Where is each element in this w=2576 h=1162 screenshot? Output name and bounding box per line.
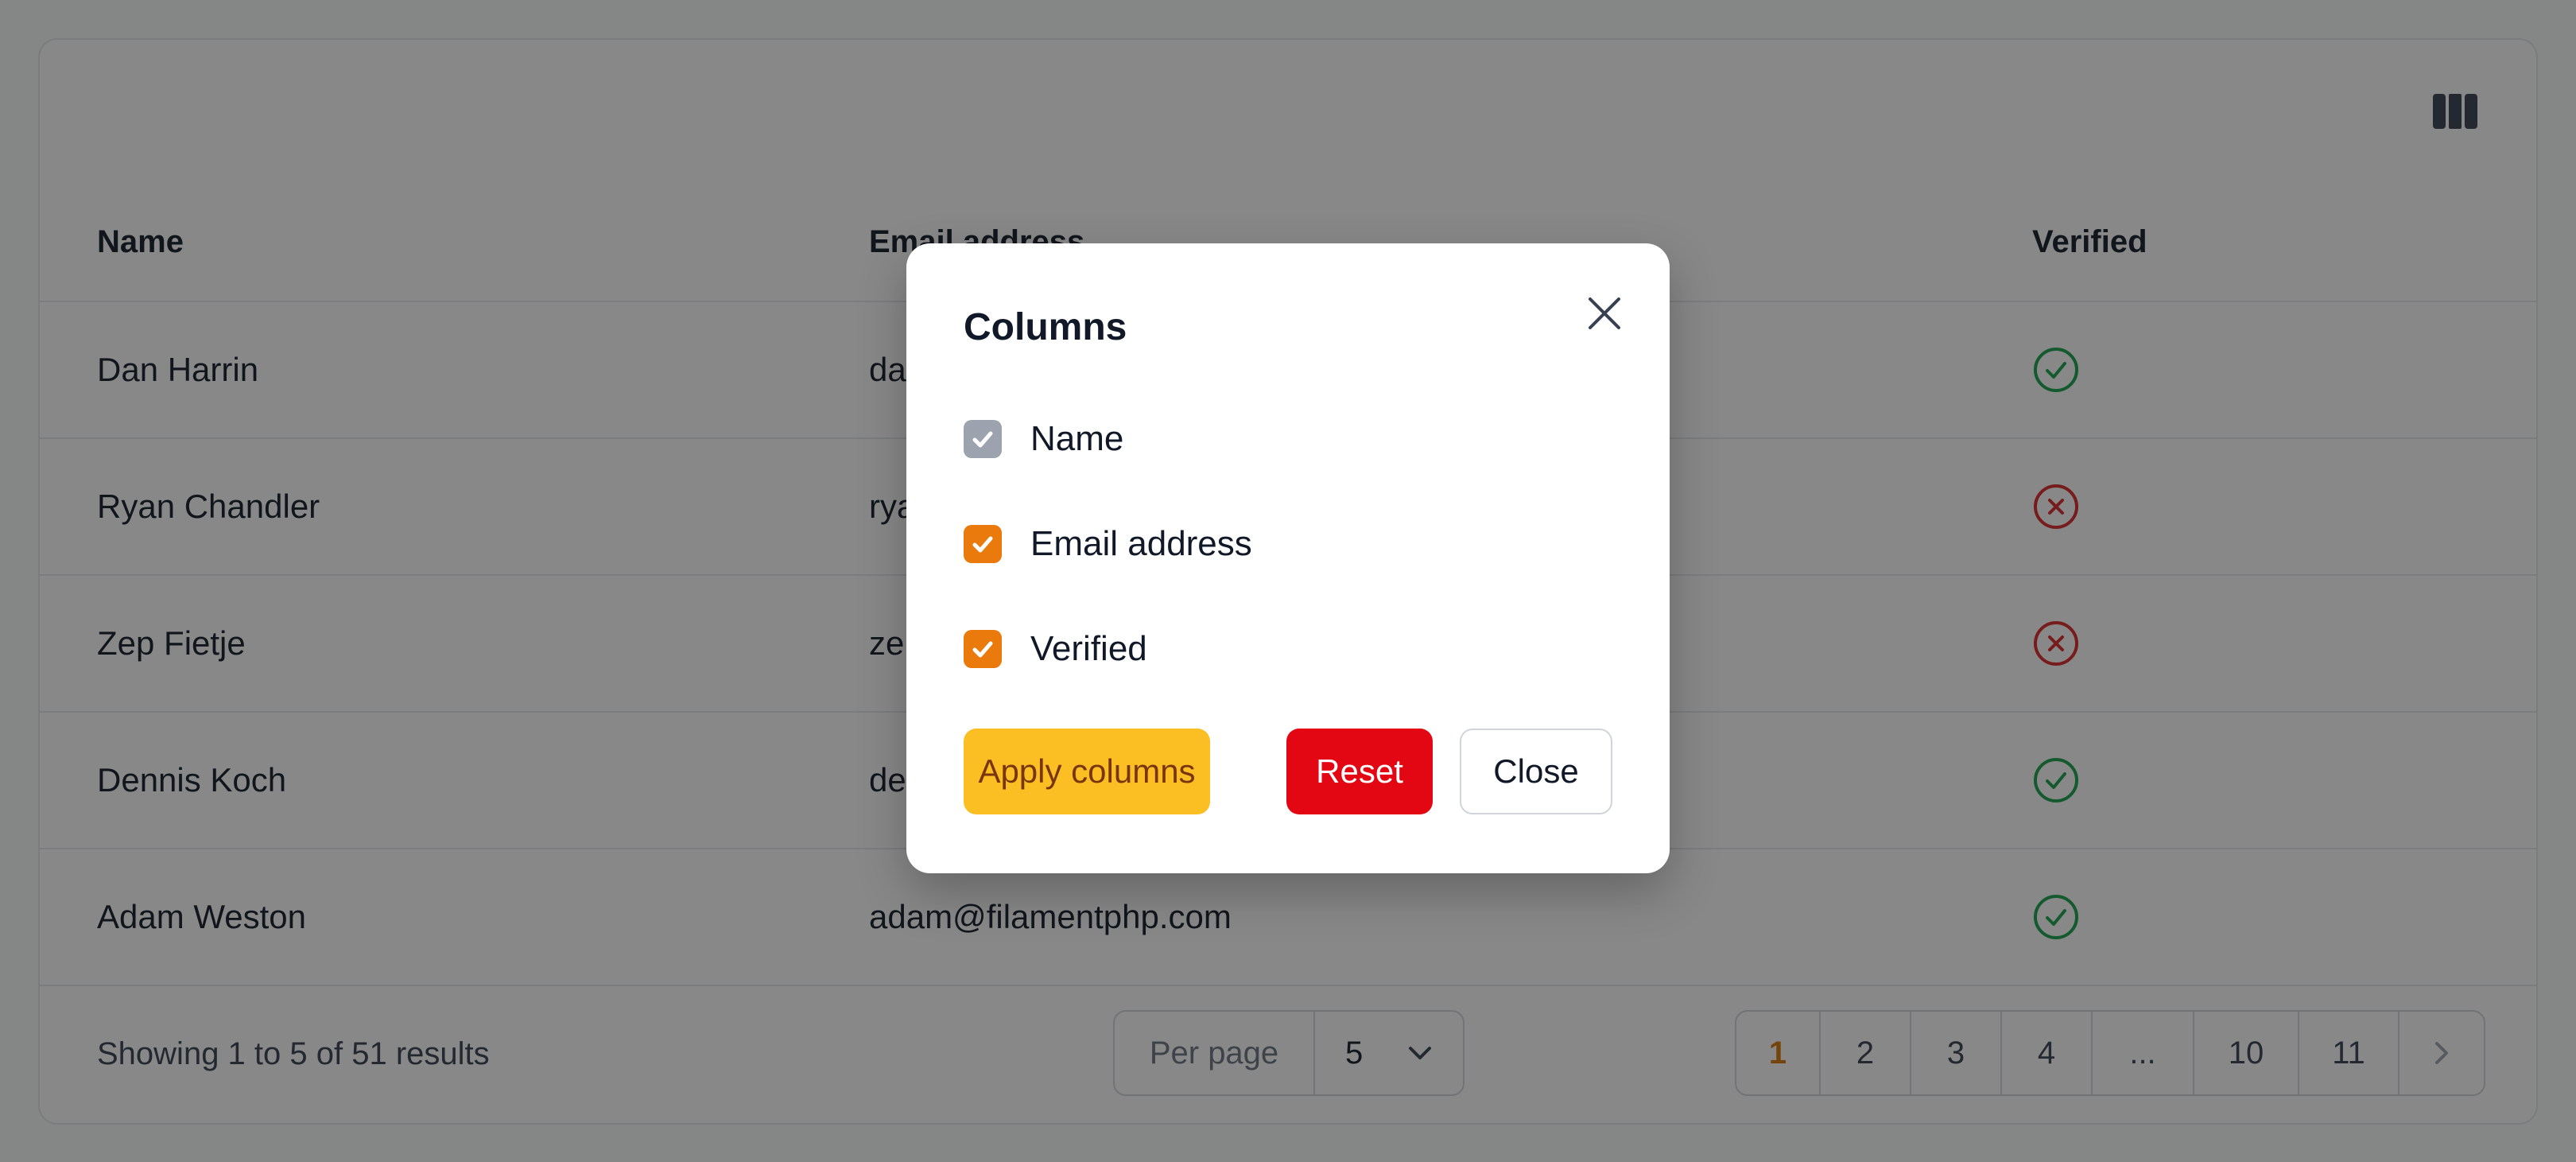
column-option-label: Email address <box>1030 524 1252 563</box>
checkbox-name[interactable] <box>964 420 1002 458</box>
reset-button[interactable]: Reset <box>1286 729 1433 814</box>
column-option-verified[interactable]: Verified <box>964 628 1147 670</box>
checkbox-verified[interactable] <box>964 630 1002 668</box>
check-icon <box>972 536 993 553</box>
check-icon <box>972 641 993 658</box>
checkbox-email[interactable] <box>964 525 1002 563</box>
modal-title: Columns <box>964 306 1127 348</box>
apply-columns-button[interactable]: Apply columns <box>964 729 1210 814</box>
column-option-email[interactable]: Email address <box>964 523 1252 565</box>
column-option-name[interactable]: Name <box>964 418 1123 460</box>
columns-modal: Columns Name Email address Verified Appl… <box>906 243 1670 873</box>
column-option-label: Name <box>1030 419 1124 458</box>
column-option-label: Verified <box>1030 629 1147 668</box>
check-icon <box>972 431 993 448</box>
close-button[interactable]: Close <box>1460 729 1612 814</box>
close-icon[interactable] <box>1582 291 1627 336</box>
